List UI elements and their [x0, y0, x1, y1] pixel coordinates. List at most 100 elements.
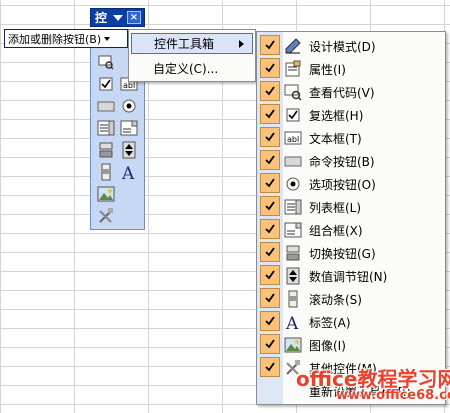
combobox-icon: [120, 120, 138, 136]
menu-item-label: 标签(A): [309, 316, 351, 330]
checkbox-icon: [99, 77, 113, 91]
menu-item-label: 查看代码(V): [309, 86, 375, 100]
svg-text:A: A: [121, 164, 135, 181]
add-remove-buttons-menu[interactable]: 添加或删除按钮(B): [4, 29, 128, 48]
control-toolbox-buttons-menu: 设计模式(D) 属性(I) 查看代码(V) 复选框(H) abl 文本框(T) …: [256, 31, 446, 405]
check-icon: [260, 150, 280, 170]
spin-button-icon: [122, 141, 136, 159]
check-icon: [260, 81, 280, 101]
menu-item-properties[interactable]: 属性(I): [257, 57, 445, 80]
toggle-button-icon: [284, 244, 302, 262]
menu-item-label: 属性(I): [309, 63, 346, 77]
toolbar-title-bar[interactable]: 控 ×: [90, 8, 145, 27]
check-icon: [260, 288, 280, 308]
design-mode-icon: [284, 37, 302, 55]
listbox-icon: [284, 198, 302, 216]
menu-item-label: 组合框(X): [309, 224, 363, 238]
svg-text:A: A: [285, 314, 299, 331]
image-icon: [97, 186, 115, 202]
more-controls-tool-button[interactable]: [95, 206, 117, 226]
add-remove-buttons-label: 添加或删除按钮(B): [8, 32, 102, 46]
combobox-icon: [284, 221, 302, 239]
more-controls-icon: [99, 208, 113, 223]
option-button-tool-button[interactable]: [118, 96, 140, 116]
toggle-button-icon: [99, 142, 113, 158]
check-icon: [260, 173, 280, 193]
menu-item-checkbox[interactable]: 复选框(H): [257, 103, 445, 126]
image-tool-button[interactable]: [95, 184, 117, 204]
menu-item-view-code[interactable]: 查看代码(V): [257, 80, 445, 103]
menu-item-toggle-button[interactable]: 切换按钮(G): [257, 241, 445, 264]
watermark-url: www.office68.com: [336, 388, 450, 403]
menu-item-listbox[interactable]: 列表框(L): [257, 195, 445, 218]
menu-item-label: 文本框(T): [309, 132, 362, 146]
command-button-icon: [284, 152, 302, 170]
check-icon: [260, 357, 280, 377]
spin-button-icon: [284, 267, 302, 285]
scrollbar-tool-button[interactable]: [95, 162, 117, 182]
check-icon: [260, 58, 280, 78]
listbox-icon: [97, 120, 115, 136]
menu-item-design-mode[interactable]: 设计模式(D): [257, 34, 445, 57]
check-icon: [260, 311, 280, 331]
menu-item-label: 切换按钮(G): [309, 247, 376, 261]
toolbar-options-arrow-icon[interactable]: [113, 14, 124, 21]
option-button-icon: [284, 175, 302, 193]
menu-item-textbox[interactable]: abl 文本框(T): [257, 126, 445, 149]
image-icon: [284, 336, 302, 354]
chevron-down-icon: [104, 36, 111, 41]
menu-item-control-toolbox[interactable]: 控件工具箱: [131, 33, 253, 54]
menu-item-label: 图像(I): [309, 339, 346, 353]
menu-item-scrollbar[interactable]: 滚动条(S): [257, 287, 445, 310]
svg-text:abl: abl: [123, 81, 135, 90]
view-code-icon: [284, 83, 302, 101]
option-button-icon: [122, 99, 136, 113]
listbox-tool-button[interactable]: [95, 118, 117, 138]
label-icon: A: [121, 164, 135, 181]
menu-item-label: 复选框(H): [309, 109, 364, 123]
view-code-icon: [98, 55, 114, 70]
check-icon: [260, 219, 280, 239]
check-icon: [260, 196, 280, 216]
check-icon: [260, 265, 280, 285]
combobox-tool-button[interactable]: [118, 118, 140, 138]
svg-text:abl: abl: [287, 135, 299, 144]
check-icon: [260, 242, 280, 262]
check-icon: [260, 104, 280, 124]
command-button-icon: [97, 101, 115, 112]
properties-icon: [284, 60, 302, 78]
scrollbar-icon: [284, 290, 302, 308]
label-icon: A: [284, 313, 302, 331]
menu-item-label: 命令按钮(B): [309, 155, 375, 169]
menu-item-option-button[interactable]: 选项按钮(O): [257, 172, 445, 195]
menu-item-label: 控件工具箱: [154, 37, 215, 51]
menu-item-label: 选项按钮(O): [309, 178, 376, 192]
textbox-icon: abl: [284, 129, 302, 147]
menu-item-spin-button[interactable]: 数值调节钮(N): [257, 264, 445, 287]
checkbox-icon: [284, 106, 302, 124]
toolbar-title: 控: [95, 11, 108, 25]
check-icon: [260, 334, 280, 354]
checkbox-tool-button[interactable]: [95, 74, 117, 94]
command-button-tool-button[interactable]: [95, 96, 117, 116]
menu-item-label: 数值调节钮(N): [309, 270, 388, 284]
menu-item-label: 列表框(L): [309, 201, 362, 215]
toggle-button-tool-button[interactable]: [95, 140, 117, 160]
menu-item-label: 滚动条(S): [309, 293, 362, 307]
label-tool-button[interactable]: A: [118, 162, 140, 182]
menu-item-label-control[interactable]: A 标签(A): [257, 310, 445, 333]
check-icon: [260, 127, 280, 147]
menu-item-customize[interactable]: 自定义(C)...: [131, 58, 253, 79]
menu-item-image[interactable]: 图像(I): [257, 333, 445, 356]
view-code-tool-button[interactable]: [95, 52, 117, 72]
menu-item-combobox[interactable]: 组合框(X): [257, 218, 445, 241]
submenu-arrow-icon: [239, 40, 244, 48]
menu-item-command-button[interactable]: 命令按钮(B): [257, 149, 445, 172]
add-remove-submenu: 控件工具箱 自定义(C)...: [128, 29, 256, 82]
check-icon: [260, 35, 280, 55]
menu-item-label: 自定义(C)...: [153, 62, 219, 76]
menu-item-label: 设计模式(D): [309, 40, 376, 54]
spin-button-tool-button[interactable]: [118, 140, 140, 160]
toolbar-close-button[interactable]: ×: [127, 11, 141, 24]
scrollbar-icon: [101, 163, 111, 181]
